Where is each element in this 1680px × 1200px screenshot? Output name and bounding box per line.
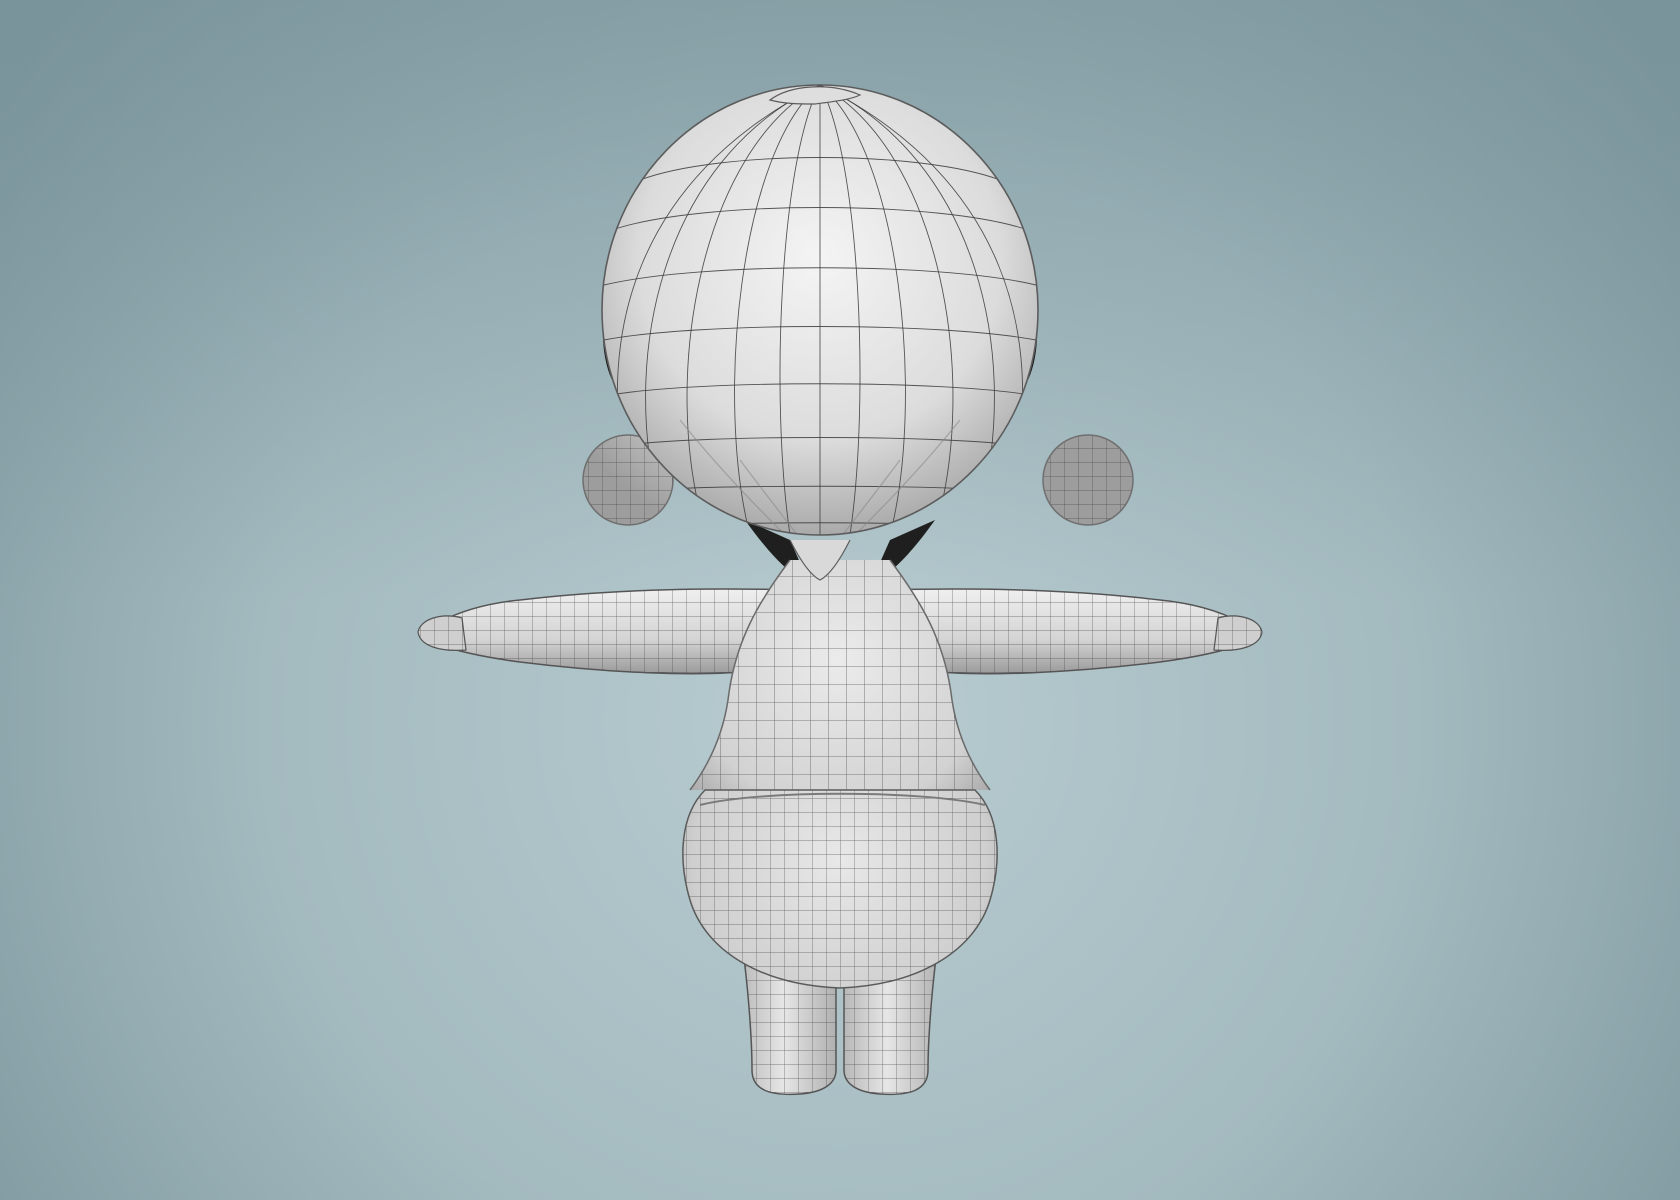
viewport-scene <box>0 0 1680 1200</box>
3d-viewport[interactable] <box>0 0 1680 1200</box>
right-ear <box>1042 434 1134 526</box>
